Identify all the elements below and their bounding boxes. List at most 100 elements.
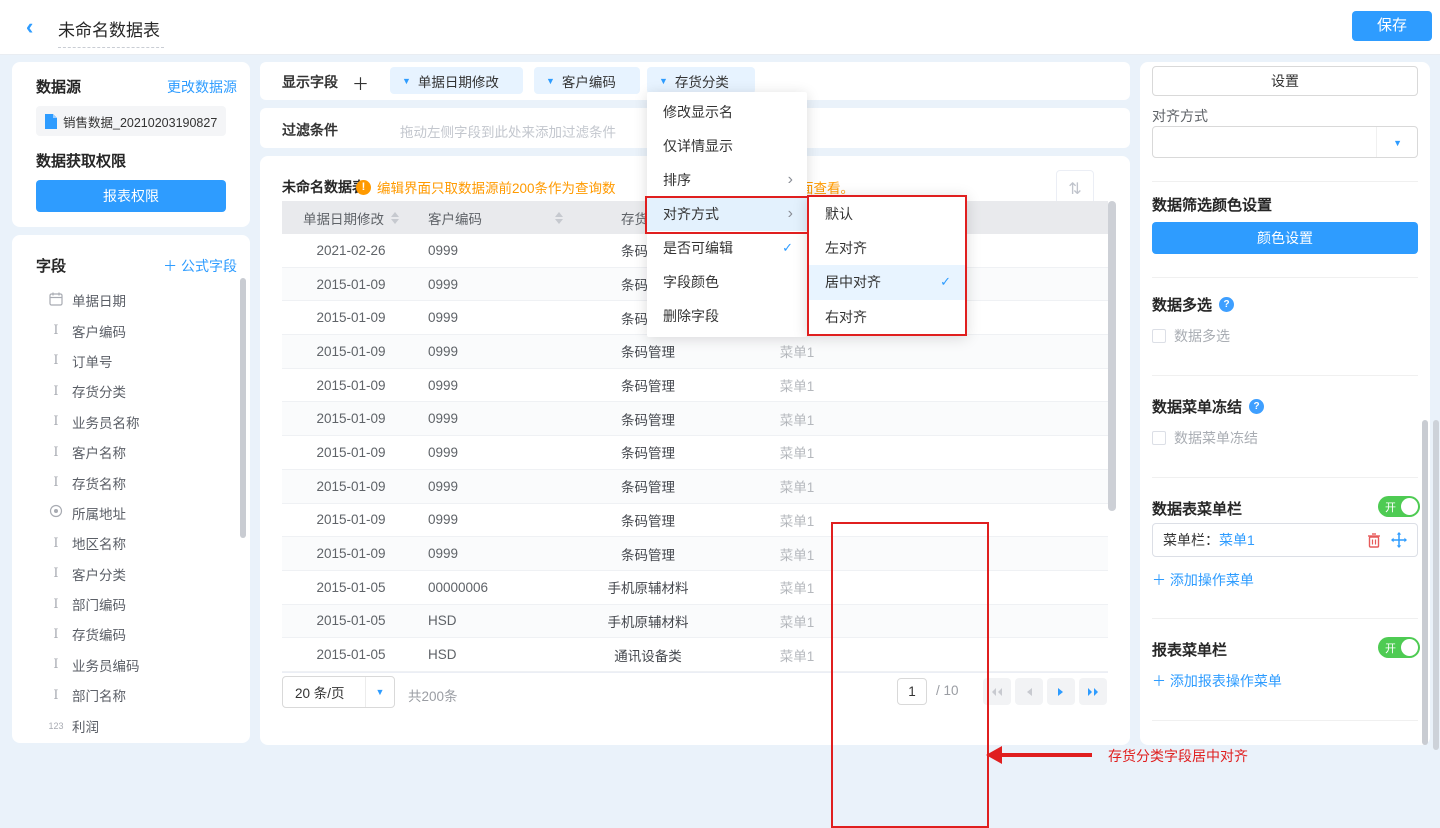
trash-icon[interactable]	[1367, 533, 1381, 548]
submenu-item-center[interactable]: 居中对齐✓	[809, 265, 965, 299]
text-icon: I	[48, 323, 64, 338]
divider	[1152, 277, 1418, 278]
table-scrollbar[interactable]	[1108, 201, 1116, 511]
add-report-action-menu-link[interactable]: ＋ 添加报表操作菜单	[1152, 671, 1282, 691]
row-menu-action[interactable]: 菜单1	[723, 470, 871, 503]
menubar-item-link[interactable]: 菜单1	[1219, 530, 1255, 550]
row-menu-action[interactable]: 菜单1	[723, 402, 871, 435]
row-menu-action[interactable]: 菜单1	[723, 369, 871, 402]
field-item-yewuyuanbianma[interactable]: I业务员编码	[12, 650, 250, 680]
text-icon: I	[48, 657, 64, 672]
align-setting-select[interactable]: ▼	[1152, 126, 1418, 158]
add-display-field-icon[interactable]: ＋	[352, 70, 369, 95]
settings-button[interactable]: 设置	[1152, 66, 1418, 96]
field-item-danjuriqi[interactable]: 单据日期	[12, 285, 250, 315]
filter-dropzone-placeholder[interactable]: 拖动左侧字段到此处来添加过滤条件	[400, 121, 616, 141]
field-item-cunhuomingcheng[interactable]: I存货名称	[12, 467, 250, 497]
page-title[interactable]: 未命名数据表	[58, 16, 164, 48]
submenu-item-default[interactable]: 默认	[809, 197, 965, 231]
submenu-item-left[interactable]: 左对齐	[809, 231, 965, 265]
field-item-cunhuofenlei[interactable]: I存货分类	[12, 376, 250, 406]
plus-icon: ＋	[163, 258, 177, 274]
chevron-right-icon: ›	[788, 163, 793, 197]
field-chip-kehubianma[interactable]: ▼客户编码	[534, 67, 640, 94]
last-page-button[interactable]	[1079, 678, 1107, 705]
menu-freeze-checkbox[interactable]: 数据菜单冻结	[1152, 428, 1258, 448]
change-datasource-link[interactable]: 更改数据源	[167, 77, 237, 97]
report-menubar-toggle[interactable]: 开	[1378, 637, 1420, 658]
caret-down-icon: ▼	[366, 687, 394, 697]
field-item-bumenbianma[interactable]: I部门编码	[12, 589, 250, 619]
next-page-button[interactable]	[1047, 678, 1075, 705]
menu-item-delete-field[interactable]: 删除字段	[647, 299, 807, 333]
row-menu-action[interactable]: 菜单1	[723, 605, 871, 638]
column-header-date[interactable]: 单据日期修改	[282, 201, 420, 234]
field-item-lirun[interactable]: 123利润	[12, 710, 250, 740]
sort-caret-icon[interactable]	[555, 212, 563, 224]
fields-scrollbar[interactable]	[240, 278, 246, 538]
row-menu-action[interactable]: 菜单1	[723, 504, 871, 537]
save-button[interactable]: 保存	[1352, 11, 1432, 41]
field-item-kehumingcheng[interactable]: I客户名称	[12, 437, 250, 467]
menu-item-rename[interactable]: 修改显示名	[647, 95, 807, 129]
page-number-input[interactable]: 1	[897, 678, 927, 705]
page-size-select[interactable]: 20 条/页 ▼	[282, 676, 395, 708]
table-menubar-heading: 数据表菜单栏	[1152, 498, 1242, 519]
menu-item-sort[interactable]: 排序›	[647, 163, 807, 197]
total-count-label: 共200条	[408, 685, 458, 705]
first-page-button[interactable]	[983, 678, 1011, 705]
page-scrollbar[interactable]	[1433, 420, 1439, 750]
field-item-suoshudizhi[interactable]: 所属地址	[12, 498, 250, 528]
checkbox-icon[interactable]	[1152, 329, 1166, 343]
multi-select-checkbox[interactable]: 数据多选	[1152, 326, 1230, 346]
row-menu-action[interactable]: 菜单1	[723, 537, 871, 570]
field-item-kehufenlei[interactable]: I客户分类	[12, 559, 250, 589]
field-item-dingdanhao[interactable]: I订单号	[12, 346, 250, 376]
report-permission-button[interactable]: 报表权限	[36, 180, 226, 212]
filter-color-heading: 数据筛选颜色设置	[1152, 194, 1272, 215]
submenu-item-right[interactable]: 右对齐	[809, 300, 965, 334]
prev-page-button[interactable]	[1015, 678, 1043, 705]
menu-item-detail-only[interactable]: 仅详情显示	[647, 129, 807, 163]
menu-item-align[interactable]: 对齐方式›	[647, 197, 807, 231]
datasource-file-name: 销售数据_20210203190827	[63, 112, 217, 131]
menu-item-field-color[interactable]: 字段颜色	[647, 265, 807, 299]
divider	[1152, 181, 1418, 182]
field-item-bumenmingcheng[interactable]: I部门名称	[12, 680, 250, 710]
plus-icon: ＋	[1152, 673, 1166, 689]
top-bar: ‹ 未命名数据表 保存	[0, 0, 1440, 55]
table-row: 2015-01-090999条码管理菜单1	[282, 369, 1108, 403]
text-icon: I	[48, 475, 64, 490]
row-menu-action[interactable]: 菜单1	[723, 335, 871, 368]
field-item-yewuyuanmingcheng[interactable]: I业务员名称	[12, 407, 250, 437]
datasource-file[interactable]: 销售数据_20210203190827	[36, 106, 226, 136]
row-menu-action[interactable]: 菜单1	[723, 571, 871, 604]
menu-freeze-heading: 数据菜单冻结?	[1152, 396, 1264, 417]
table-row: 2015-01-05HSD通讯设备类菜单1	[282, 638, 1108, 672]
annotation-arrow-icon	[986, 746, 1002, 764]
add-action-menu-link[interactable]: ＋ 添加操作菜单	[1152, 570, 1254, 590]
settings-scrollbar[interactable]	[1422, 420, 1428, 745]
menu-item-editable[interactable]: 是否可编辑✓	[647, 231, 807, 265]
field-item-kehubianma[interactable]: I客户编码	[12, 315, 250, 345]
row-menu-action[interactable]: 菜单1	[723, 638, 871, 671]
row-menu-action[interactable]: 菜单1	[723, 436, 871, 469]
divider	[1152, 618, 1418, 619]
checkbox-icon[interactable]	[1152, 431, 1166, 445]
move-icon[interactable]	[1391, 532, 1407, 548]
caret-down-icon: ▼	[659, 76, 668, 86]
add-formula-field-link[interactable]: ＋ 公式字段	[163, 256, 237, 276]
color-settings-button[interactable]: 颜色设置	[1152, 222, 1418, 254]
text-icon: I	[48, 627, 64, 642]
question-icon[interactable]: ?	[1249, 399, 1264, 414]
back-icon[interactable]: ‹	[26, 14, 33, 40]
question-icon[interactable]: ?	[1219, 297, 1234, 312]
field-item-diqumingcheng[interactable]: I地区名称	[12, 528, 250, 558]
field-chip-cunhuofenlei[interactable]: ▼存货分类	[647, 67, 755, 94]
field-chip-danjuriqixiugai[interactable]: ▼单据日期修改	[390, 67, 523, 94]
table-menubar-toggle[interactable]: 开	[1378, 496, 1420, 517]
caret-down-icon: ▼	[402, 76, 411, 86]
sort-caret-icon[interactable]	[391, 212, 399, 224]
column-header-code[interactable]: 客户编码	[420, 201, 573, 234]
field-item-cunhuobianma[interactable]: I存货编码	[12, 619, 250, 649]
